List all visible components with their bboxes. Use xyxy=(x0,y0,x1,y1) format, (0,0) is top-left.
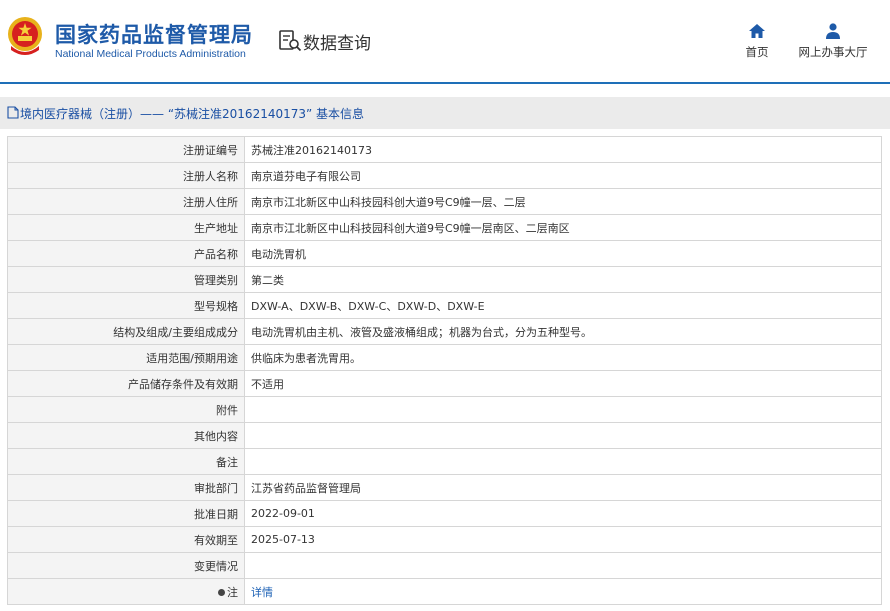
note-value-cell: 详情 xyxy=(244,578,882,605)
row-label: 变更情况 xyxy=(7,552,245,579)
table-row: 审批部门 江苏省药品监督管理局 xyxy=(7,474,882,501)
nav-home-label: 首页 xyxy=(745,45,769,59)
row-value: 不适用 xyxy=(244,370,882,397)
breadcrumb-text: 境内医疗器械（注册）—— “苏械注准20162140173” 基本信息 xyxy=(20,107,365,121)
site-header: 国家药品监督管理局 National Medical Products Admi… xyxy=(0,0,890,84)
table-row: 适用范围/预期用途 供临床为患者洗胃用。 xyxy=(7,344,882,371)
row-label: 注册证编号 xyxy=(7,136,245,163)
section-title: 数据查询 xyxy=(303,34,371,54)
breadcrumb: 境内医疗器械（注册）—— “苏械注准20162140173” 基本信息 xyxy=(0,97,890,129)
row-label: 生产地址 xyxy=(7,214,245,241)
table-row: 管理类别 第二类 xyxy=(7,266,882,293)
table-row: 其他内容 xyxy=(7,422,882,449)
row-value: 电动洗胃机由主机、液管及盛液桶组成；机器为台式，分为五种型号。 xyxy=(244,318,882,345)
note-label-cell: 注 xyxy=(7,578,245,605)
document-icon xyxy=(7,106,19,119)
nav-online-hall-label: 网上办事大厅 xyxy=(798,45,868,59)
row-value: 江苏省药品监督管理局 xyxy=(244,474,882,501)
row-label: 结构及组成/主要组成成分 xyxy=(7,318,245,345)
row-label: 备注 xyxy=(7,448,245,475)
table-row: 注册人住所 南京市江北新区中山科技园科创大道9号C9幢一层、二层 xyxy=(7,188,882,215)
row-label: 适用范围/预期用途 xyxy=(7,344,245,371)
row-value: 供临床为患者洗胃用。 xyxy=(244,344,882,371)
row-label: 附件 xyxy=(7,396,245,423)
table-row: 变更情况 xyxy=(7,552,882,579)
table-row: 注册人名称 南京道芬电子有限公司 xyxy=(7,162,882,189)
row-value: DXW-A、DXW-B、DXW-C、DXW-D、DXW-E xyxy=(244,292,882,319)
row-label: 批准日期 xyxy=(7,500,245,527)
table-row: 注册证编号 苏械注准20162140173 xyxy=(7,136,882,163)
details-link[interactable]: 详情 xyxy=(251,586,273,599)
table-row: 生产地址 南京市江北新区中山科技园科创大道9号C9幢一层南区、二层南区 xyxy=(7,214,882,241)
table-row: 备注 xyxy=(7,448,882,475)
row-value xyxy=(244,448,882,475)
row-value: 苏械注准20162140173 xyxy=(244,136,882,163)
row-value: 南京道芬电子有限公司 xyxy=(244,162,882,189)
table-row: 批准日期 2022-09-01 xyxy=(7,500,882,527)
row-label: 型号规格 xyxy=(7,292,245,319)
registration-detail-table: 注册证编号 苏械注准20162140173 注册人名称 南京道芬电子有限公司 注… xyxy=(7,136,882,605)
data-query-icon xyxy=(279,30,302,52)
row-label: 产品名称 xyxy=(7,240,245,267)
row-value: 南京市江北新区中山科技园科创大道9号C9幢一层、二层 xyxy=(244,188,882,215)
row-label: 其他内容 xyxy=(7,422,245,449)
row-value: 2025-07-13 xyxy=(244,526,882,553)
row-value: 电动洗胃机 xyxy=(244,240,882,267)
row-label: 注册人住所 xyxy=(7,188,245,215)
user-icon xyxy=(826,23,840,39)
table-row: 产品名称 电动洗胃机 xyxy=(7,240,882,267)
row-label: 管理类别 xyxy=(7,266,245,293)
row-label: 审批部门 xyxy=(7,474,245,501)
agency-name-en: National Medical Products Administration xyxy=(55,48,246,60)
nav-online-hall-link[interactable]: 网上办事大厅 xyxy=(798,22,868,60)
row-label: 注册人名称 xyxy=(7,162,245,189)
table-row: 产品储存条件及有效期 不适用 xyxy=(7,370,882,397)
note-label: 注 xyxy=(227,585,238,599)
row-value: 第二类 xyxy=(244,266,882,293)
pin-icon xyxy=(218,588,225,596)
table-row-note: 注 详情 xyxy=(7,578,882,605)
row-value xyxy=(244,396,882,423)
table-row: 附件 xyxy=(7,396,882,423)
row-value xyxy=(244,552,882,579)
home-icon xyxy=(749,24,765,38)
row-label: 有效期至 xyxy=(7,526,245,553)
table-row: 型号规格 DXW-A、DXW-B、DXW-C、DXW-D、DXW-E xyxy=(7,292,882,319)
nav-home-link[interactable]: 首页 xyxy=(738,22,776,60)
row-label: 产品储存条件及有效期 xyxy=(7,370,245,397)
table-row: 有效期至 2025-07-13 xyxy=(7,526,882,553)
row-value xyxy=(244,422,882,449)
national-emblem-icon xyxy=(8,17,42,55)
row-value: 南京市江北新区中山科技园科创大道9号C9幢一层南区、二层南区 xyxy=(244,214,882,241)
row-value: 2022-09-01 xyxy=(244,500,882,527)
agency-name-cn: 国家药品监督管理局 xyxy=(55,23,253,47)
table-row: 结构及组成/主要组成成分 电动洗胃机由主机、液管及盛液桶组成；机器为台式，分为五… xyxy=(7,318,882,345)
